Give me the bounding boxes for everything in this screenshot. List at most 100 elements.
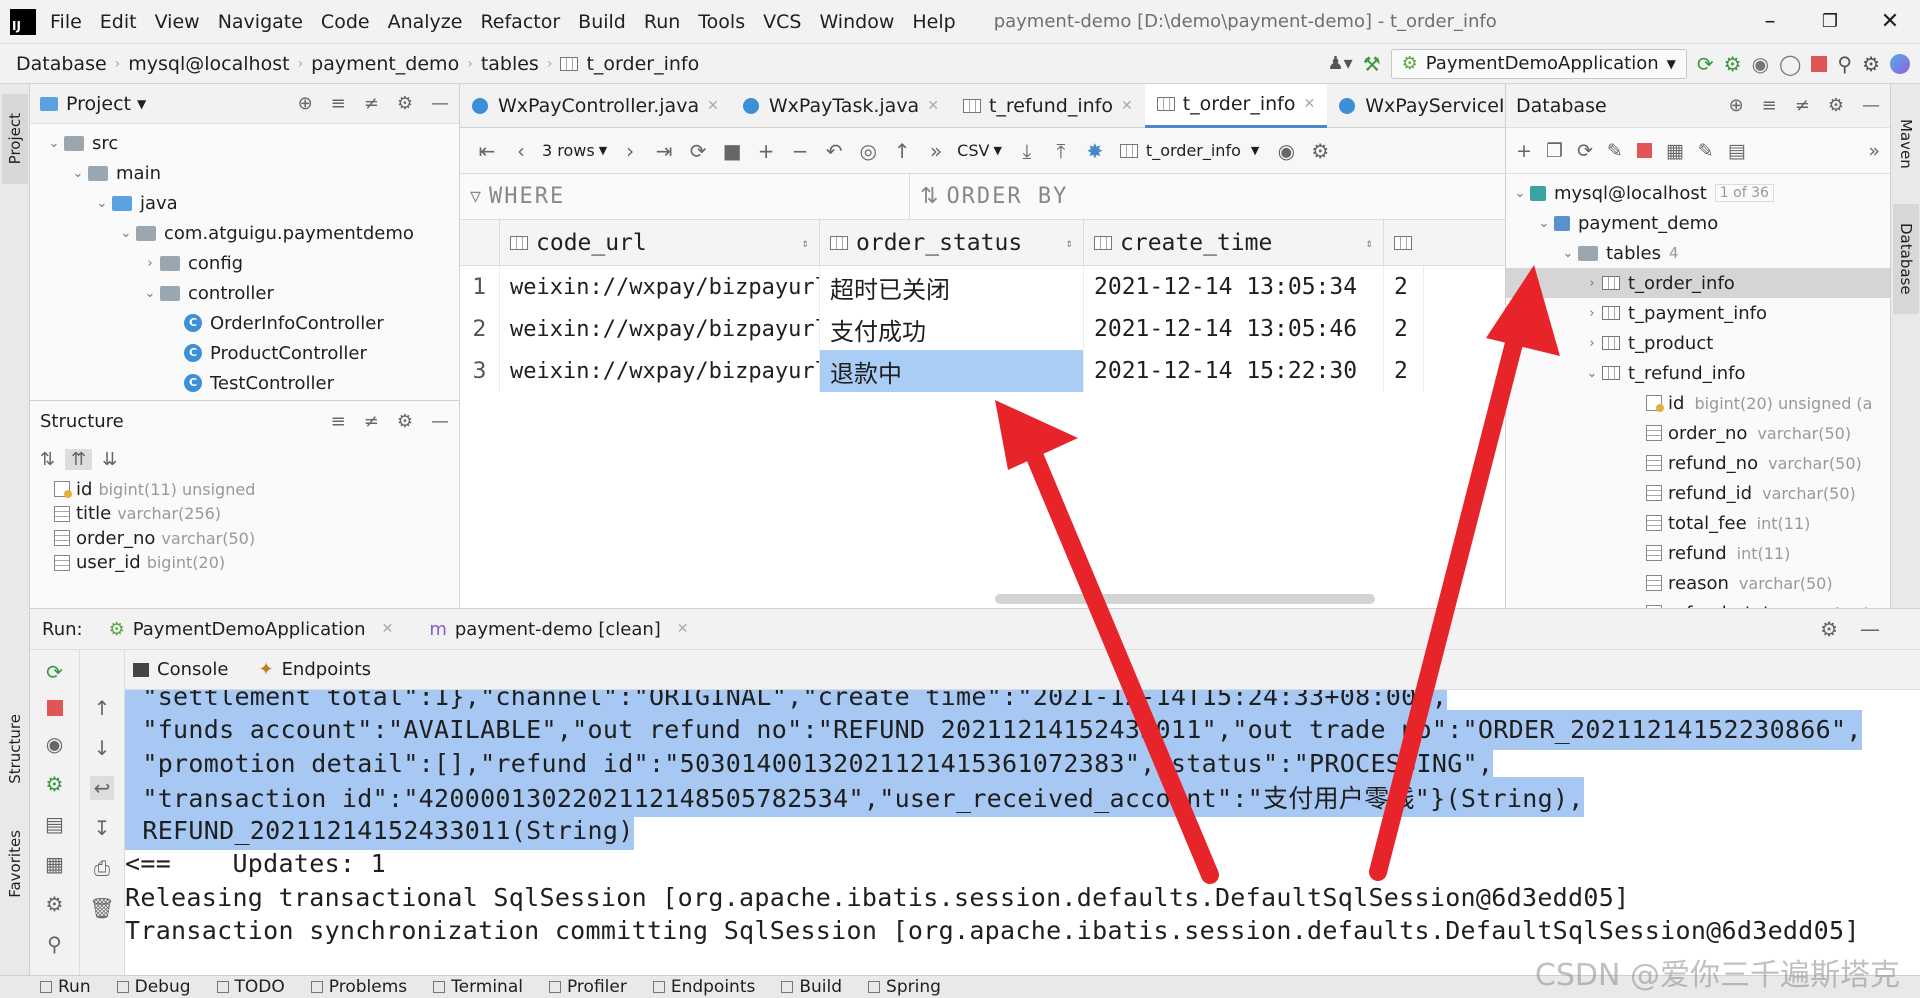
db-column[interactable]: refund_no varchar(50)	[1506, 448, 1890, 478]
current-table-label[interactable]: t_order_info	[1146, 141, 1241, 160]
menu-vcs[interactable]: VCS	[763, 11, 801, 33]
sort-toggle-icon[interactable]: ⇕	[1066, 236, 1073, 250]
breadcrumb-item[interactable]: payment_demo ›	[311, 53, 481, 75]
cell-order-status[interactable]: 支付成功	[820, 308, 1084, 350]
pin-icon[interactable]: ⚲	[47, 932, 62, 956]
refresh-icon[interactable]: ⟳	[681, 134, 715, 168]
hide-icon[interactable]: —	[1862, 95, 1880, 116]
collapse-all-icon[interactable]: ≠	[1795, 95, 1810, 116]
db-column[interactable]: order_no varchar(50)	[1506, 418, 1890, 448]
edit-properties-icon[interactable]: ✎	[1607, 140, 1623, 162]
chevron-right-icon[interactable]: ›	[1582, 336, 1602, 351]
rerun-icon[interactable]: ⟳	[1697, 52, 1714, 76]
first-page-icon[interactable]: ⇤	[470, 134, 504, 168]
project-tree-item[interactable]: C ProductController	[30, 338, 459, 368]
gear-icon[interactable]: ⚙	[1828, 95, 1844, 116]
db-connection[interactable]: ⌄ mysql@localhost 1 of 36	[1506, 178, 1890, 208]
chevron-down-icon[interactable]: ⌄	[1558, 246, 1578, 261]
structure-field[interactable]: title varchar(256)	[54, 502, 459, 527]
more-icon[interactable]: »	[919, 134, 953, 168]
restore-layout-icon[interactable]: ▤	[45, 812, 64, 836]
project-tree-item[interactable]: ⌄ controller	[30, 278, 459, 308]
menu-window[interactable]: Window	[819, 11, 894, 33]
sort-alpha-icon[interactable]: ⇅	[40, 449, 55, 470]
soft-wrap-icon[interactable]: ↩	[89, 776, 115, 800]
bottom-tool-endpoints[interactable]: Endpoints	[652, 977, 755, 997]
db-column[interactable]: total_fee int(11)	[1506, 508, 1890, 538]
project-panel-title[interactable]: Project	[66, 93, 131, 115]
db-table[interactable]: › t_payment_info	[1506, 298, 1890, 328]
bottom-tool-spring[interactable]: Spring	[868, 977, 941, 997]
run-config-selector[interactable]: ⚙ PaymentDemoApplication ▼	[1390, 48, 1687, 79]
close-icon[interactable]: ✕	[677, 621, 689, 637]
cell-code-url[interactable]: weixin://wxpay/bizpayurl…	[500, 308, 820, 350]
structure-field[interactable]: user_id bigint(20)	[54, 551, 459, 576]
chevron-down-icon[interactable]: ⌄	[1510, 186, 1530, 201]
db-tables-folder[interactable]: ⌄ tables 4	[1506, 238, 1890, 268]
debug-icon[interactable]: ⚙	[46, 772, 64, 796]
previous-page-icon[interactable]: ‹	[504, 134, 538, 168]
refresh-icon[interactable]: ⟳	[1577, 140, 1593, 162]
locate-icon[interactable]: ⊕	[298, 93, 313, 114]
column-header-code-url[interactable]: code_url ⇕	[500, 220, 820, 266]
scroll-to-end-icon[interactable]: ↧	[94, 816, 111, 840]
next-page-icon[interactable]: ›	[613, 134, 647, 168]
chevron-down-icon[interactable]: ⌄	[116, 226, 136, 241]
jetbrains-icon[interactable]	[1890, 53, 1910, 74]
column-header-order-status[interactable]: order_status ⇕	[820, 220, 1084, 266]
favorites-tool-button[interactable]: Favorites	[2, 804, 28, 924]
submit-icon[interactable]: ↑	[885, 134, 919, 168]
debug-icon[interactable]: ⚙	[1724, 52, 1742, 76]
bottom-tool-problems[interactable]: Problems	[310, 977, 407, 997]
console-output[interactable]: "settlement_total":1},"channel":"ORIGINA…	[125, 690, 1920, 975]
breadcrumb-item[interactable]: t_order_info	[560, 53, 699, 75]
scroll-down-icon[interactable]: ↓	[94, 736, 111, 760]
show-fields-icon[interactable]: ⇈	[65, 448, 93, 470]
editor-tab[interactable]: t_order_info ✕	[1144, 83, 1328, 128]
row-number[interactable]: 3	[460, 350, 500, 392]
structure-field[interactable]: order_no varchar(50)	[54, 526, 459, 551]
profile-icon[interactable]: ◯	[1779, 52, 1801, 76]
gear-icon[interactable]: ⚙	[397, 93, 413, 114]
sort-toggle-icon[interactable]: ⇕	[1366, 236, 1373, 250]
structure-tool-button[interactable]: Structure	[2, 694, 28, 804]
cell-more[interactable]: 2	[1384, 266, 1424, 308]
chevron-right-icon[interactable]: ›	[140, 256, 160, 271]
console-tab[interactable]: Console	[133, 659, 228, 680]
search-icon[interactable]: ⚲	[1837, 52, 1852, 76]
editor-tab[interactable]: WxPayTask.java ✕	[731, 84, 951, 128]
table-view-icon[interactable]: ▦	[1666, 140, 1684, 162]
bottom-tool-build[interactable]: Build	[781, 977, 842, 997]
add-row-icon[interactable]: +	[749, 134, 783, 168]
menu-code[interactable]: Code	[321, 11, 370, 33]
db-schema[interactable]: ⌄ payment_demo	[1506, 208, 1890, 238]
db-column[interactable]: refund_id varchar(50)	[1506, 478, 1890, 508]
menu-file[interactable]: File	[50, 11, 82, 33]
bottom-tool-debug[interactable]: Debug	[116, 977, 191, 997]
project-tree-item[interactable]: C OrderInfoController	[30, 308, 459, 338]
row-number[interactable]: 1	[460, 266, 500, 308]
edit-icon[interactable]: ✎	[1698, 140, 1714, 162]
menu-tools[interactable]: Tools	[698, 11, 745, 33]
chevron-down-icon[interactable]: ⌄	[44, 136, 64, 151]
project-tool-button[interactable]: Project	[2, 94, 28, 184]
close-icon[interactable]: ✕	[1121, 98, 1133, 114]
chevron-down-icon[interactable]: ▼	[599, 144, 607, 157]
expand-all-icon[interactable]: ≡	[331, 93, 346, 114]
export-format[interactable]: CSV	[957, 141, 989, 160]
view-icon[interactable]: ◉	[1269, 134, 1303, 168]
chevron-down-icon[interactable]: ⌄	[1534, 216, 1554, 231]
cell-code-url[interactable]: weixin://wxpay/bizpayurl…	[500, 266, 820, 308]
endpoints-tab[interactable]: ✦ Endpoints	[258, 659, 371, 680]
clear-icon[interactable]: 🗑	[89, 896, 114, 920]
close-icon[interactable]: ✕	[1303, 96, 1315, 112]
editor-tab[interactable]: WxPayController.java ✕	[460, 84, 731, 128]
rows-count[interactable]: 3 rows	[542, 141, 595, 160]
hide-icon[interactable]: —	[1860, 617, 1880, 641]
project-tree-item[interactable]: ⌄ java	[30, 188, 459, 218]
show-inherited-icon[interactable]: ⇊	[102, 449, 117, 470]
stop-icon[interactable]	[1636, 143, 1652, 158]
bottom-tool-run[interactable]: Run	[40, 977, 91, 997]
horizontal-scrollbar[interactable]	[995, 594, 1375, 604]
scroll-up-icon[interactable]: ↑	[94, 696, 111, 720]
